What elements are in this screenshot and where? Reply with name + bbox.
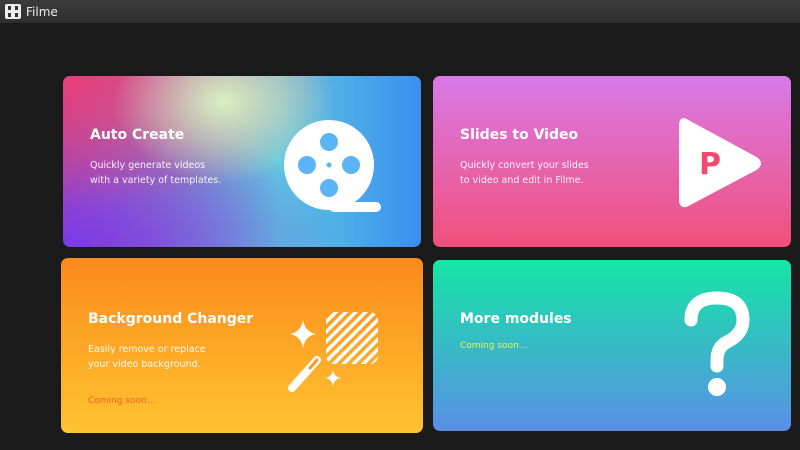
title-bar: Filme — [0, 0, 800, 23]
svg-text:P: P — [699, 147, 721, 182]
card-more-modules[interactable]: More modules Coming soon... — [433, 260, 791, 431]
app-logo-icon — [5, 4, 21, 19]
card-description: Quickly convert your slides to video and … — [460, 160, 589, 186]
card-slides-to-video[interactable]: Slides to Video Quickly convert your sli… — [433, 76, 791, 247]
card-description: Quickly generate videos with a variety of… — [90, 160, 222, 186]
app-title: Filme — [26, 4, 58, 19]
card-title: Background Changer — [88, 311, 254, 327]
card-description: Easily remove or replace your video backg… — [88, 344, 206, 370]
card-auto-create[interactable]: Auto Create Quickly generate videos with … — [63, 76, 421, 247]
card-title: More modules — [460, 311, 572, 327]
card-title: Auto Create — [90, 127, 185, 143]
card-background-changer[interactable]: Background Changer Easily remove or repl… — [61, 258, 423, 433]
coming-soon-label: Coming soon... — [88, 396, 156, 406]
question-mark-icon — [684, 291, 750, 396]
play-slides-icon: P — [679, 118, 761, 208]
film-reel-icon — [284, 120, 381, 212]
coming-soon-label: Coming soon... — [460, 341, 528, 351]
magic-wand-icon — [288, 312, 378, 392]
card-title: Slides to Video — [460, 127, 579, 143]
